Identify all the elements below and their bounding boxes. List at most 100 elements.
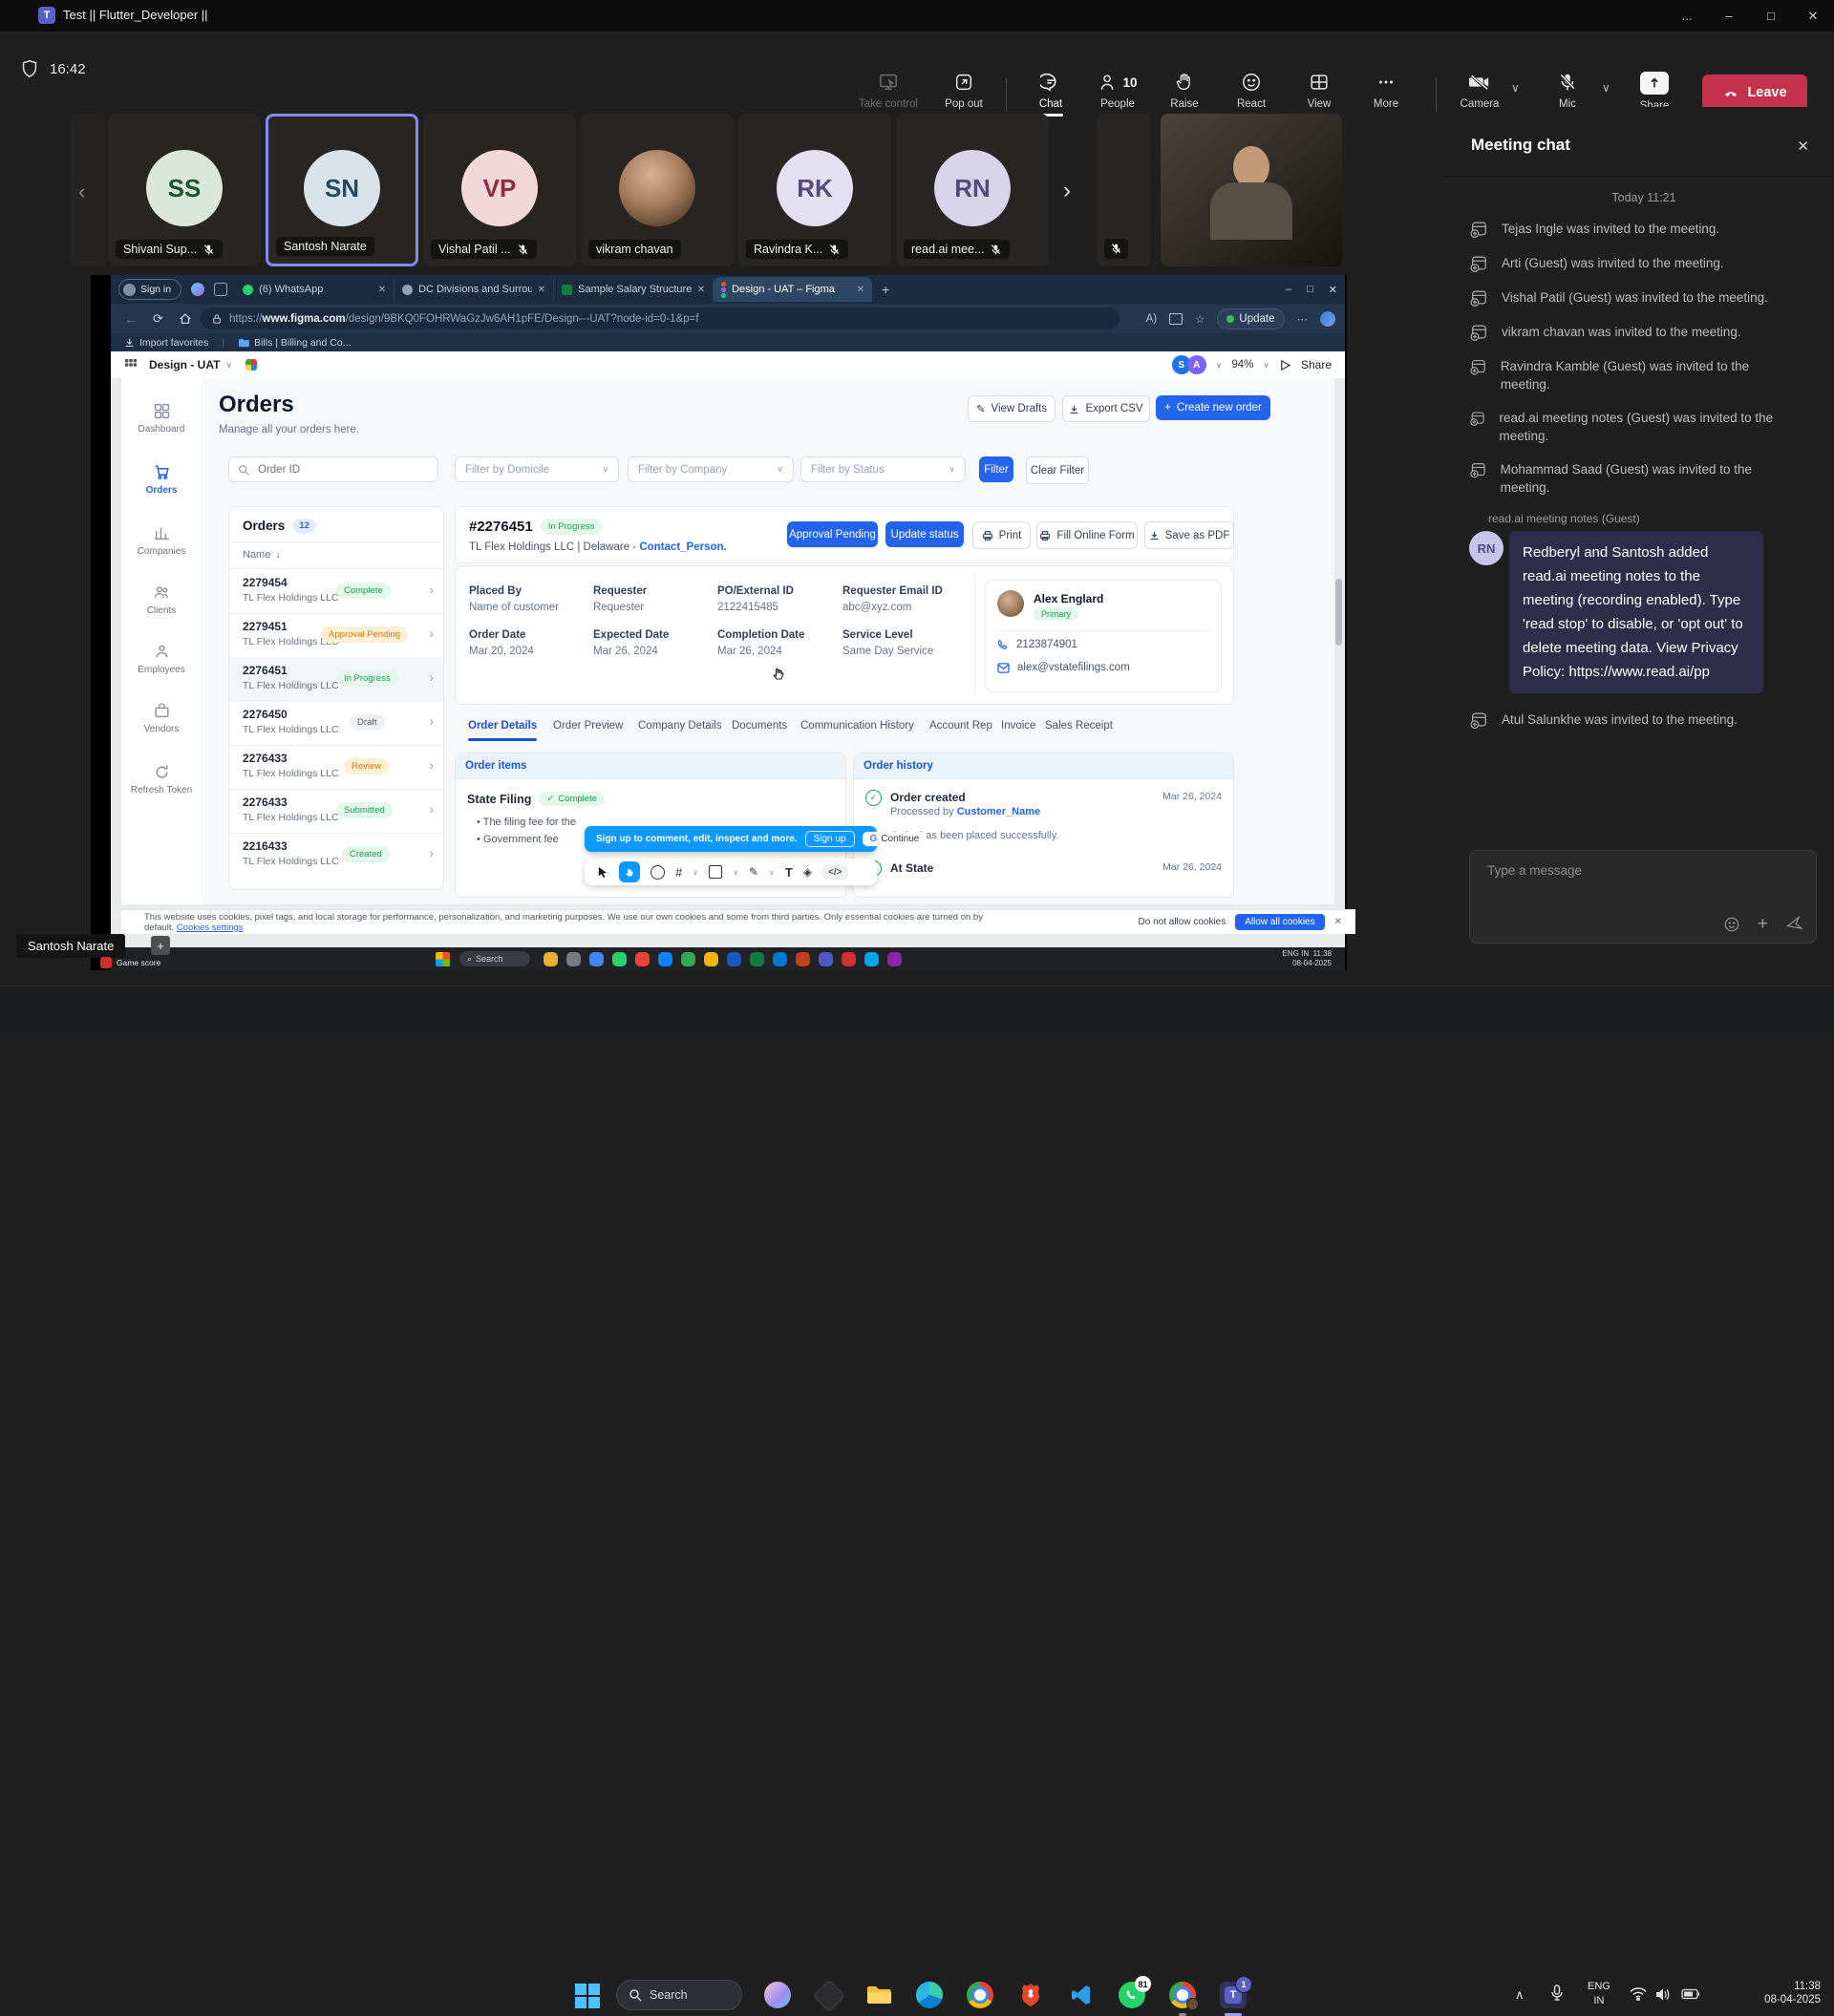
speaker-icon[interactable] bbox=[1655, 1987, 1672, 2002]
figma-share-button[interactable]: Share bbox=[1301, 358, 1332, 371]
whatsapp-taskbar-icon[interactable]: 81 bbox=[1119, 1982, 1145, 2008]
chevron-down-icon[interactable]: ∨ bbox=[693, 868, 698, 877]
order-row[interactable]: 2216433TL Flex Holdings LLC Created› bbox=[229, 833, 443, 877]
back-icon[interactable]: ← bbox=[124, 311, 138, 327]
tab-documents[interactable]: Documents bbox=[732, 720, 787, 732]
print-button[interactable]: Print bbox=[972, 521, 1031, 549]
order-row[interactable]: 2279454TL Flex Holdings LLC Complete› bbox=[229, 569, 443, 614]
app-icon[interactable] bbox=[635, 952, 650, 966]
chat-close-icon[interactable]: ✕ bbox=[1797, 138, 1809, 155]
sidebar-item-employees[interactable]: Employees bbox=[121, 644, 202, 675]
read-aloud-icon[interactable]: A) bbox=[1146, 313, 1158, 325]
component-tool-icon[interactable]: ◈ bbox=[803, 865, 812, 879]
collaborator-avatar-a[interactable]: A bbox=[1187, 355, 1206, 374]
app-icon[interactable] bbox=[773, 952, 787, 966]
chat-message-input[interactable] bbox=[1485, 862, 1795, 879]
fill-online-form-button[interactable]: Fill Online Form bbox=[1036, 521, 1138, 549]
video-tile-vikram[interactable]: vikram chavan bbox=[581, 114, 734, 266]
order-row[interactable]: 2276433TL Flex Holdings LLC Submitted› bbox=[229, 789, 443, 834]
tab-close-icon[interactable]: ✕ bbox=[378, 285, 386, 295]
scroll-left-chevron[interactable]: ‹ bbox=[78, 180, 85, 204]
tab-close-icon[interactable]: ✕ bbox=[538, 285, 545, 295]
attach-plus-icon[interactable]: + bbox=[1758, 916, 1768, 933]
pop-out-button[interactable]: Pop out bbox=[930, 72, 997, 110]
tab-invoice[interactable]: Invoice bbox=[1001, 720, 1035, 732]
contact-phone[interactable]: 2123874901 bbox=[1016, 639, 1077, 650]
hand-tool-active[interactable] bbox=[619, 861, 640, 882]
app-icon[interactable] bbox=[589, 952, 604, 966]
filter-apply-button[interactable]: Filter bbox=[979, 456, 1013, 482]
leave-button[interactable]: Leave bbox=[1702, 74, 1807, 111]
sidebar-item-refresh-token[interactable]: Refresh Token bbox=[121, 764, 202, 796]
new-tab-button[interactable]: + bbox=[882, 282, 889, 297]
browser-close-icon[interactable]: ✕ bbox=[1329, 284, 1337, 296]
approval-pending-button[interactable]: Approval Pending bbox=[787, 521, 878, 547]
tab-close-icon[interactable]: ✕ bbox=[697, 285, 705, 295]
edge-profile-icon[interactable] bbox=[1320, 311, 1335, 327]
emoji-icon[interactable] bbox=[1723, 916, 1740, 933]
browser-menu-icon[interactable]: ⋯ bbox=[1297, 312, 1309, 326]
browser-signin-button[interactable]: Sign in bbox=[118, 279, 181, 300]
edge-taskbar-icon[interactable] bbox=[916, 1982, 943, 2008]
battery-icon[interactable] bbox=[1681, 1988, 1700, 2000]
workspaces-icon[interactable] bbox=[214, 283, 227, 296]
tab-communication-history[interactable]: Communication History bbox=[800, 720, 914, 732]
order-id-input[interactable] bbox=[256, 463, 422, 477]
camera-options-chevron[interactable]: ∨ bbox=[1511, 81, 1520, 95]
window-more-button[interactable]: ... bbox=[1666, 0, 1708, 32]
video-tile-photo[interactable] bbox=[1161, 114, 1342, 266]
canvas-scrollbar[interactable] bbox=[1335, 579, 1342, 646]
window-maximize-button[interactable]: □ bbox=[1750, 0, 1792, 32]
figma-menu-icon[interactable] bbox=[124, 358, 138, 371]
order-row[interactable]: 2276450TL Flex Holdings LLC Draft› bbox=[229, 701, 443, 746]
file-menu-chevron[interactable]: ∨ bbox=[225, 360, 232, 371]
cookie-close-icon[interactable]: ✕ bbox=[1334, 917, 1342, 927]
taskbar-clock[interactable]: 11:3808-04-2025 bbox=[1764, 1980, 1821, 2006]
ellipse-tool-icon[interactable] bbox=[650, 865, 665, 880]
app-icon[interactable] bbox=[750, 952, 764, 966]
window-minimize-button[interactable]: – bbox=[1708, 0, 1750, 32]
browser-tab-figma-active[interactable]: Design - UAT – Figma✕ bbox=[714, 277, 872, 302]
copilot-taskbar-icon[interactable] bbox=[764, 1982, 791, 2008]
allow-cookies-button[interactable]: Allow all cookies bbox=[1235, 914, 1324, 930]
scroll-right-chevron[interactable]: › bbox=[1063, 178, 1071, 204]
desktop-tray[interactable]: ENG IN 11:3808-04-2025 bbox=[1283, 949, 1332, 968]
export-csv-button[interactable]: Export CSV bbox=[1062, 395, 1150, 422]
order-row[interactable]: 2279451TL Flex Holdings LLC Approval Pen… bbox=[229, 613, 443, 658]
app-icon[interactable] bbox=[887, 952, 902, 966]
browser-tab-dc-divisions[interactable]: DC Divisions and Surroundings✕ bbox=[395, 278, 554, 301]
contact-person-link[interactable]: Contact_Person. bbox=[639, 541, 726, 553]
figma-file-name[interactable]: Design - UAT bbox=[149, 358, 220, 371]
sidebar-item-companies[interactable]: Companies bbox=[121, 525, 202, 557]
save-as-pdf-button[interactable]: Save as PDF bbox=[1144, 521, 1234, 549]
view-button[interactable]: View bbox=[1286, 72, 1353, 110]
url-bar[interactable]: https://www.figma.com/design/9BKQ0FOHRWa… bbox=[201, 308, 1120, 329]
sidebar-item-orders-active[interactable]: Orders bbox=[121, 464, 202, 496]
teams-taskbar-icon[interactable]: T 1 bbox=[1220, 1982, 1247, 2008]
filter-status-dropdown[interactable]: Filter by Status∨ bbox=[800, 456, 966, 482]
app-icon[interactable] bbox=[544, 952, 558, 966]
mic-options-chevron[interactable]: ∨ bbox=[1602, 81, 1610, 95]
sidebar-item-dashboard[interactable]: Dashboard bbox=[121, 403, 202, 435]
app-icon[interactable] bbox=[658, 952, 672, 966]
copilot-icon[interactable] bbox=[191, 283, 204, 296]
video-tile-vishal[interactable]: VP Vishal Patil ... bbox=[423, 114, 576, 266]
tab-account-rep[interactable]: Account Rep bbox=[929, 720, 992, 732]
move-cursor-tool-icon[interactable] bbox=[596, 866, 608, 879]
video-tile-santosh-selected[interactable]: SN Santosh Narate bbox=[266, 114, 418, 266]
order-row[interactable]: 2276433TL Flex Holdings LLC Review› bbox=[229, 745, 443, 790]
chevron-down-icon[interactable]: ∨ bbox=[733, 868, 738, 877]
browser-tab-whatsapp[interactable]: (6) WhatsApp✕ bbox=[235, 278, 395, 301]
camera-button[interactable]: Camera bbox=[1454, 72, 1505, 110]
sidebar-item-vendors[interactable]: Vendors bbox=[121, 703, 202, 734]
app-icon[interactable] bbox=[842, 952, 856, 966]
chrome-taskbar-icon[interactable] bbox=[967, 1982, 993, 2008]
order-id-search[interactable] bbox=[228, 456, 438, 482]
refresh-icon[interactable]: ⟳ bbox=[153, 311, 163, 327]
wifi-icon[interactable] bbox=[1630, 1987, 1647, 2001]
tab-close-icon[interactable]: ✕ bbox=[857, 285, 864, 295]
tab-sales-receipt[interactable]: Sales Receipt bbox=[1045, 720, 1113, 732]
share-button[interactable]: Share bbox=[1626, 72, 1683, 112]
hidden-icons-chevron[interactable]: ∧ bbox=[1515, 1987, 1525, 2003]
favorite-star-icon[interactable]: ☆ bbox=[1195, 312, 1205, 326]
